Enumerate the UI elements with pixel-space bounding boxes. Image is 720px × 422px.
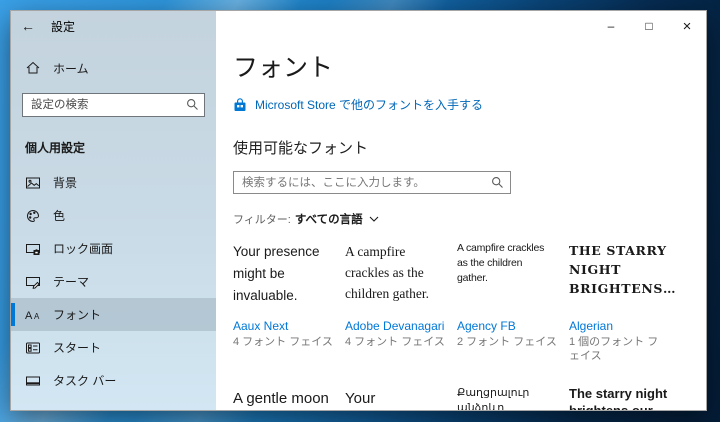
font-preview: A campfire crackles as the children gath… xyxy=(457,242,545,284)
font-search xyxy=(233,171,511,194)
font-card[interactable]: Your presence might be invaluable. Aaux … xyxy=(233,241,333,363)
font-name-link[interactable]: Adobe Devanagari xyxy=(345,319,445,334)
titlebar: ← 設定 xyxy=(11,11,216,41)
font-face-count: 4 フォント フェイス xyxy=(233,336,333,348)
font-card[interactable]: A gentle moon lulls… A-OTF UD新ゴ Pr6N R xyxy=(233,386,333,410)
font-preview: A campfire crackles as the children gath… xyxy=(345,244,429,301)
back-button[interactable]: ← xyxy=(11,11,45,41)
search-icon xyxy=(492,177,503,188)
svg-text:A: A xyxy=(25,310,33,322)
font-card[interactable]: A campfire crackles as the children gath… xyxy=(345,241,445,363)
font-name-link[interactable]: Agency FB xyxy=(457,319,557,334)
settings-search-input[interactable] xyxy=(22,93,205,117)
section-heading: 使用可能なフォント xyxy=(233,140,369,157)
store-link-label: Microsoft Store で他のフォントを入手する xyxy=(255,98,484,112)
font-preview: A gentle moon lulls… xyxy=(233,390,329,407)
font-name-link[interactable]: Aaux Next xyxy=(233,319,333,334)
sidebar-item-label: テーマ xyxy=(53,275,90,289)
sidebar-search xyxy=(22,93,205,117)
filter-label: フィルター: xyxy=(233,214,291,226)
font-card[interactable]: Քաղցրալուր անձրևը թափվում է տանիքից: Ari… xyxy=(457,386,557,411)
home-icon xyxy=(26,61,40,74)
sidebar: ← 設定 ホーム 個人用設定 背景 xyxy=(11,11,216,410)
sidebar-item-themes[interactable]: テーマ xyxy=(11,265,216,298)
language-filter-dropdown[interactable]: フィルター: すべての言語 xyxy=(233,211,706,227)
sidebar-item-label: スタート xyxy=(53,341,102,355)
palette-icon xyxy=(27,209,40,222)
sidebar-item-label: 背景 xyxy=(53,176,78,190)
sidebar-item-label: ロック画面 xyxy=(53,242,114,256)
window-controls: – □ × xyxy=(592,11,706,41)
sidebar-item-fonts[interactable]: A A フォント xyxy=(11,298,216,331)
font-card[interactable]: The starry night brightens our dreams. A… xyxy=(569,386,669,411)
sidebar-item-taskbar[interactable]: タスク バー xyxy=(11,364,216,397)
window-title: 設定 xyxy=(51,19,76,34)
font-preview: The starry night brightens our dreams. xyxy=(569,386,668,411)
settings-window: ← 設定 ホーム 個人用設定 背景 xyxy=(10,10,707,411)
lock-screen-icon xyxy=(26,243,40,255)
font-card[interactable]: Your presence… A-OTF UD新ゴ Pr6N B xyxy=(345,386,445,410)
font-preview: Your presence might be invaluable. xyxy=(233,244,320,303)
chevron-down-icon xyxy=(369,216,378,222)
close-button[interactable]: × xyxy=(668,11,706,41)
font-name-link[interactable]: Algerian xyxy=(569,319,669,334)
font-grid-row-2: A gentle moon lulls… A-OTF UD新ゴ Pr6N R Y… xyxy=(233,386,706,411)
sidebar-item-colors[interactable]: 色 xyxy=(11,199,216,232)
image-icon xyxy=(26,177,40,188)
sidebar-item-label: 色 xyxy=(53,209,66,223)
font-card[interactable]: A campfire crackles as the children gath… xyxy=(457,241,557,363)
font-grid-row-1: Your presence might be invaluable. Aaux … xyxy=(233,241,706,363)
font-face-count: 2 フォント フェイス xyxy=(457,336,557,348)
sidebar-nav: 背景 色 ロック画面 テーマ A A フォント スタート タスク バー xyxy=(11,166,216,397)
fonts-icon: A A xyxy=(25,310,40,322)
sidebar-item-label: フォント xyxy=(53,308,102,322)
font-card[interactable]: THE STARRY NIGHT BRIGHTENS… Algerian 1 個… xyxy=(569,241,677,363)
minimize-button[interactable]: – xyxy=(592,11,630,41)
sidebar-section-title: 個人用設定 xyxy=(25,141,86,155)
taskbar-icon xyxy=(26,376,40,385)
sidebar-item-home[interactable]: ホーム xyxy=(11,53,216,83)
font-face-count: 4 フォント フェイス xyxy=(345,336,445,348)
sidebar-home-label: ホーム xyxy=(53,61,89,76)
start-icon xyxy=(26,342,40,353)
font-face-count: 1 個のフォント フェイス xyxy=(569,336,659,362)
main-content: – □ × フォント Microsoft Store で他のフォントを入手する … xyxy=(216,11,706,410)
store-icon xyxy=(234,97,246,111)
search-icon xyxy=(187,99,198,110)
sidebar-item-background[interactable]: 背景 xyxy=(11,166,216,199)
filter-value: すべての言語 xyxy=(294,214,363,226)
svg-text:A: A xyxy=(34,312,40,321)
sidebar-item-lock-screen[interactable]: ロック画面 xyxy=(11,232,216,265)
sidebar-item-start[interactable]: スタート xyxy=(11,331,216,364)
theme-icon xyxy=(26,276,40,289)
font-preview: Քաղցրալուր անձրևը թափվում է տանիքից: xyxy=(457,386,530,411)
font-preview: THE STARRY NIGHT BRIGHTENS… xyxy=(569,243,677,296)
font-preview: Your presence… xyxy=(345,390,376,407)
maximize-button[interactable]: □ xyxy=(630,11,668,41)
store-link[interactable]: Microsoft Store で他のフォントを入手する xyxy=(233,96,706,113)
sidebar-item-label: タスク バー xyxy=(53,374,117,388)
font-search-input[interactable] xyxy=(233,171,511,194)
